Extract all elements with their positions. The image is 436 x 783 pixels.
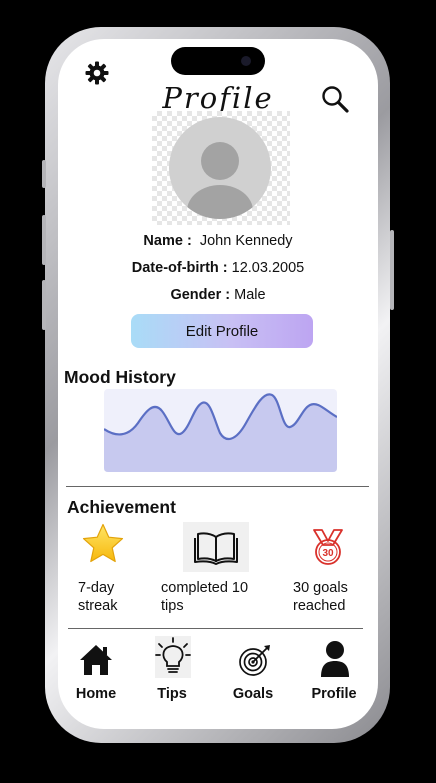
target-icon (239, 645, 270, 676)
lightbulb-icon (155, 637, 191, 673)
name-row: Name : John Kennedy (58, 233, 378, 249)
edit-profile-button[interactable]: Edit Profile (131, 314, 313, 348)
dynamic-island (171, 47, 265, 75)
dob-row: Date-of-birth : 12.03.2005 (58, 260, 378, 276)
phone-screen: Profile Name : John Kennedy Date-of-birt… (58, 39, 378, 729)
divider (68, 628, 363, 629)
medal-badge-number: 30 (322, 548, 334, 559)
name-label: Name : (143, 233, 192, 249)
name-value: John Kennedy (199, 233, 293, 249)
achievement-title: Achievement (67, 497, 176, 517)
nav-label-goals[interactable]: Goals (218, 686, 288, 702)
nav-label-tips[interactable]: Tips (137, 686, 207, 702)
side-button (42, 215, 46, 265)
nav-goals[interactable] (236, 643, 272, 679)
dob-value: 12.03.2005 (231, 260, 305, 276)
gender-value: Male (234, 287, 266, 303)
mood-history-title: Mood History (64, 367, 176, 387)
page-title: Profile (162, 81, 274, 115)
side-button (42, 280, 46, 330)
user-icon (321, 641, 349, 677)
side-button (42, 160, 46, 188)
book-icon[interactable] (183, 522, 249, 572)
nav-label-profile[interactable]: Profile (299, 686, 369, 702)
achievement-label: completed 10 tips (161, 580, 249, 614)
home-icon (80, 645, 112, 675)
divider (66, 486, 369, 487)
goal-medal-icon[interactable]: 30 (311, 528, 345, 566)
nav-label-home[interactable]: Home (61, 686, 131, 702)
nav-profile[interactable] (320, 640, 350, 678)
side-button (390, 230, 394, 310)
mood-chart (103, 389, 338, 472)
gender-row: Gender : Male (58, 287, 378, 303)
achievement-label: 30 goals reached (293, 580, 348, 614)
avatar[interactable] (169, 117, 271, 219)
nav-home[interactable] (78, 643, 114, 677)
star-icon[interactable] (81, 523, 125, 565)
nav-tips[interactable] (155, 636, 191, 678)
dob-label: Date-of-birth : (131, 260, 228, 276)
gender-label: Gender : (170, 287, 231, 303)
achievement-label: 7-day streak (78, 580, 118, 614)
